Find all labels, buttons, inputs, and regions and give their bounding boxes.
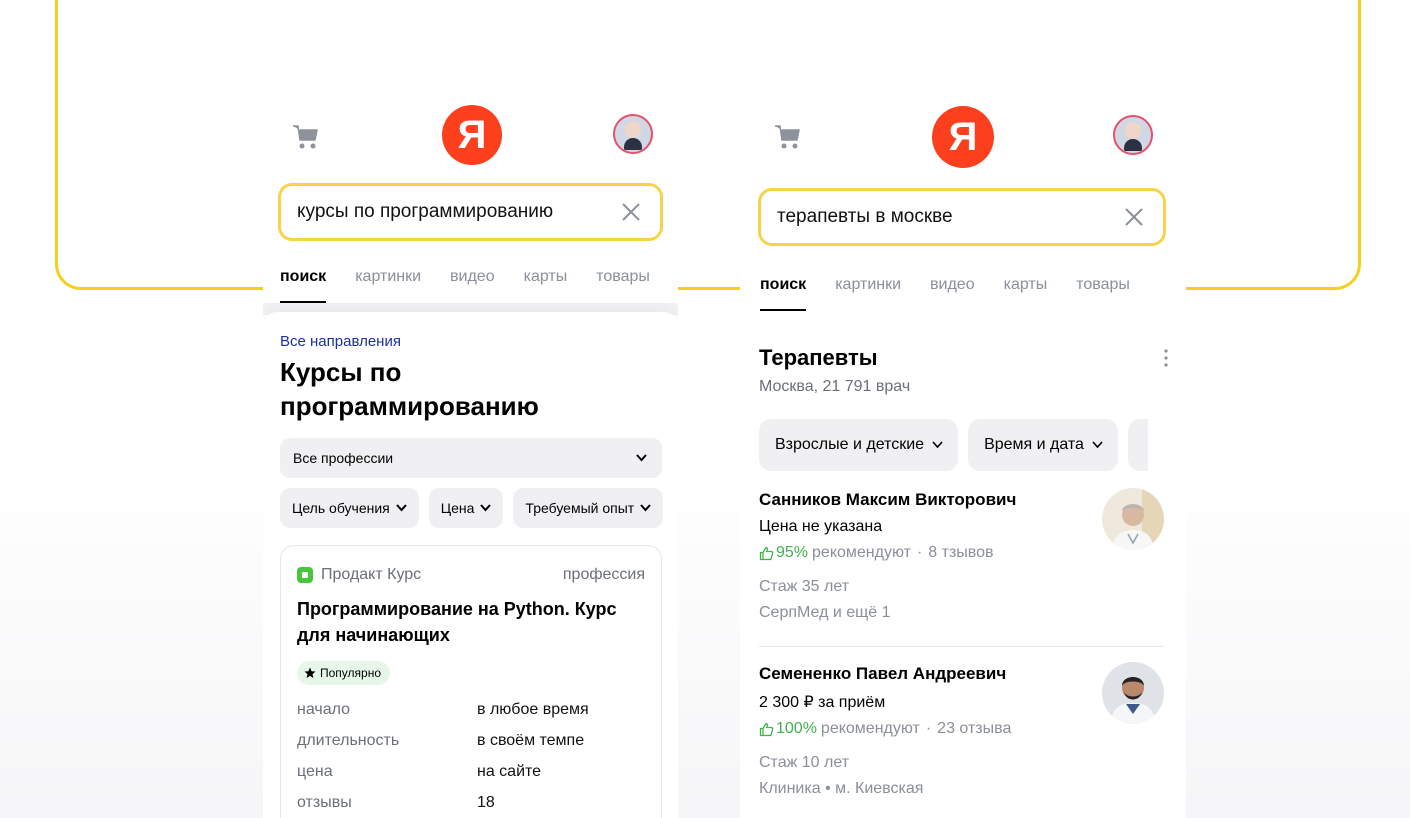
detail-value: в своём темпе: [477, 732, 585, 749]
detail-row: отзывы 18: [297, 794, 657, 818]
chevron-down-icon: [1092, 441, 1103, 449]
chevron-down-icon: [636, 454, 647, 462]
doctor-rating: 95% рекомендуют · 8 тзывов: [759, 544, 1164, 562]
course-card[interactable]: Продакт Курс профессия Программирование …: [280, 545, 662, 818]
tab-video[interactable]: видео: [450, 268, 495, 303]
tab-search[interactable]: поиск: [280, 268, 327, 303]
yandex-logo[interactable]: Я: [442, 105, 502, 165]
thumb-up-icon: [759, 722, 774, 736]
thumb-up-icon: [759, 546, 774, 560]
cart-icon[interactable]: [773, 122, 803, 150]
chip-age-group[interactable]: Взрослые и детские: [759, 419, 959, 471]
detail-label: начало: [297, 701, 351, 718]
detail-row: цена на сайте: [297, 763, 657, 794]
badge-label: Популярно: [320, 666, 382, 680]
detail-row: длительность в своём темпе: [297, 732, 657, 763]
chip-learning-goal[interactable]: Цель обучения: [280, 488, 419, 528]
phone-screen-courses: Я поиск картинки видео карты товары Все …: [263, 100, 678, 818]
close-icon[interactable]: [1123, 206, 1145, 228]
search-tabs: поиск картинки видео карты товары: [760, 276, 1130, 311]
popular-badge: Популярно: [297, 661, 391, 685]
doctor-card[interactable]: Семененко Павел Андреевич 2 300 ₽ за при…: [759, 662, 1164, 818]
section-title: Терапевты: [759, 345, 878, 370]
chip-price[interactable]: Цена: [428, 488, 504, 528]
chevron-down-icon: [932, 441, 943, 449]
doctor-photo: [1102, 488, 1164, 550]
user-avatar[interactable]: [613, 114, 653, 154]
reviews-count[interactable]: 23 отзыва: [937, 720, 1011, 738]
more-vertical-icon[interactable]: [1163, 347, 1169, 369]
course-details: начало в любое время длительность в своё…: [297, 701, 657, 818]
doctor-experience: Стаж 10 лет: [759, 754, 850, 771]
course-title[interactable]: Программирование на Python. Курс для нач…: [297, 596, 647, 648]
doctor-photo: [1102, 662, 1164, 724]
reviews-count[interactable]: 8 тзывов: [928, 544, 993, 562]
doctor-rating: 100% рекомендуют · 23 отзыва: [759, 720, 1164, 738]
star-icon: [304, 667, 316, 678]
course-provider: Продакт Курс: [297, 566, 421, 584]
user-avatar[interactable]: [1113, 115, 1153, 155]
chip-date-time[interactable]: Время и дата: [968, 419, 1118, 471]
tab-products[interactable]: товары: [1076, 276, 1130, 311]
tab-images[interactable]: картинки: [835, 276, 901, 311]
detail-value: в любое время: [477, 701, 589, 718]
provider-name: Продакт Курс: [321, 566, 422, 583]
tab-products[interactable]: товары: [596, 268, 650, 303]
tab-video[interactable]: видео: [930, 276, 975, 311]
search-tabs: поиск картинки видео карты товары: [280, 268, 650, 303]
chip-label: Время и дата: [984, 436, 1084, 453]
rating-text: рекомендуют: [820, 720, 920, 737]
doctor-card[interactable]: Санников Максим Викторович Цена не указа…: [759, 488, 1164, 647]
rating-percent: 100%: [776, 720, 817, 737]
tab-maps[interactable]: карты: [1004, 276, 1048, 311]
breadcrumb[interactable]: Все направления: [280, 333, 401, 350]
phone-screen-doctors: Я поиск картинки видео карты товары Тера…: [740, 100, 1186, 818]
chevron-down-icon: [480, 504, 492, 512]
chevron-down-icon: [640, 504, 651, 512]
detail-value: на сайте: [477, 763, 542, 780]
chip-label: Цель обучения: [292, 500, 390, 516]
filter-chips: Взрослые и детские Время и дата: [759, 419, 1148, 471]
detail-label: цена: [297, 763, 333, 780]
chip-label: Взрослые и детские: [775, 436, 925, 453]
top-bar: Я: [740, 100, 1186, 180]
chevron-down-icon: [396, 504, 407, 512]
filter-chips: Цель обучения Цена Требуемый опыт: [280, 488, 664, 528]
chip-label: Требуемый опыт: [525, 500, 635, 516]
search-box: [758, 188, 1166, 246]
chip-experience[interactable]: Требуемый опыт: [513, 488, 664, 528]
profession-select[interactable]: Все профессии: [280, 438, 662, 478]
detail-label: длительность: [297, 732, 400, 749]
doctor-clinic[interactable]: СерпМед и ещё 1: [759, 604, 1164, 622]
detail-label: отзывы: [297, 794, 352, 811]
search-input[interactable]: [281, 200, 620, 224]
profession-select-label: Все профессии: [293, 450, 394, 466]
course-type: профессия: [562, 566, 645, 583]
tab-maps[interactable]: карты: [524, 268, 568, 303]
top-bar: Я: [263, 100, 678, 180]
close-icon[interactable]: [620, 201, 642, 223]
rating-text: рекомендуют: [812, 544, 911, 561]
detail-value: 18: [477, 794, 495, 811]
page-title: Курсы по программированию: [280, 357, 539, 421]
rating-percent: 95%: [776, 544, 809, 561]
detail-row: начало в любое время: [297, 701, 657, 732]
doctor-clinic[interactable]: Клиника • м. Киевская: [759, 780, 1164, 798]
search-input[interactable]: [761, 205, 1123, 229]
chip-next-partial[interactable]: [1127, 419, 1148, 471]
tab-images[interactable]: картинки: [355, 268, 421, 303]
section-subtitle: Москва, 21 791 врач: [759, 378, 911, 395]
tab-search[interactable]: поиск: [760, 276, 807, 311]
provider-logo-icon: [297, 567, 313, 583]
yandex-logo[interactable]: Я: [932, 106, 994, 168]
doctor-experience: Стаж 35 лет: [759, 578, 850, 595]
chip-label: Цена: [440, 500, 475, 516]
search-box: [278, 183, 663, 241]
cart-icon[interactable]: [291, 122, 321, 150]
